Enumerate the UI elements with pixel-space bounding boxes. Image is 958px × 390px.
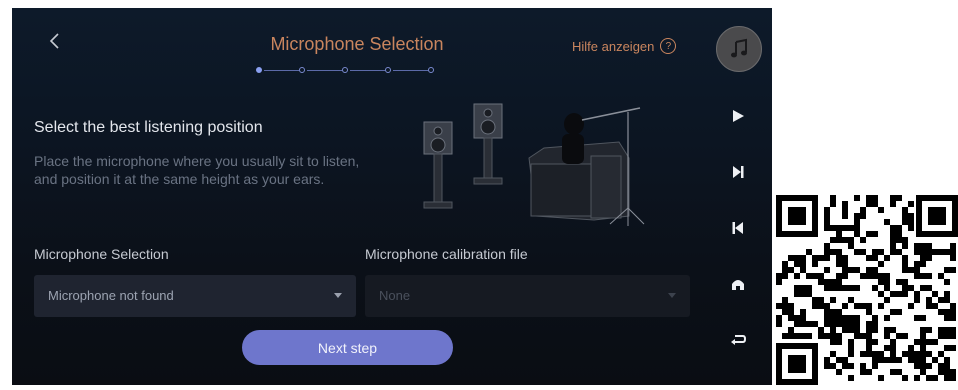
app-screen: Microphone Selection Hilfe anzeigen ? Se…: [12, 8, 772, 385]
step-dot-1: [256, 67, 262, 73]
skip-next-icon[interactable]: [728, 162, 748, 182]
step-dot-2: [299, 67, 305, 73]
step-dot-4: [385, 67, 391, 73]
dropdown-arrow-icon: [334, 293, 342, 298]
qr-code: [776, 195, 958, 385]
music-note-icon: [731, 38, 747, 58]
step-indicator: [256, 66, 446, 76]
mic-selection-value: Microphone not found: [48, 288, 174, 303]
next-step-button[interactable]: Next step: [242, 330, 453, 365]
mic-selection-label: Microphone Selection: [34, 246, 169, 262]
qr-code-image: [776, 195, 958, 385]
step-dot-3: [342, 67, 348, 73]
dropdown-arrow-icon: [668, 293, 676, 298]
calibration-file-value: None: [379, 288, 411, 303]
calibration-file-label: Microphone calibration file: [365, 246, 528, 262]
question-mark-icon: ?: [660, 38, 677, 54]
mic-selection-dropdown[interactable]: Microphone not found: [34, 275, 356, 317]
back-arrow-icon[interactable]: [44, 30, 66, 52]
help-link[interactable]: Hilfe anzeigen ?: [572, 38, 677, 54]
play-icon[interactable]: [728, 106, 748, 126]
skip-previous-icon[interactable]: [728, 218, 748, 238]
listening-position-illustration: [423, 103, 645, 226]
step-dot-5: [428, 67, 434, 73]
step-connector: [393, 70, 428, 71]
section-heading: Select the best listening position: [34, 119, 263, 136]
media-sidebar: [712, 8, 772, 385]
step-connector: [307, 70, 342, 71]
music-note-avatar[interactable]: [716, 26, 762, 72]
page-title: Microphone Selection: [270, 34, 444, 54]
help-label: Hilfe anzeigen: [572, 38, 655, 54]
home-icon[interactable]: [728, 274, 748, 294]
step-connector: [264, 70, 299, 71]
return-icon[interactable]: [728, 330, 748, 350]
section-description: Place the microphone where you usually s…: [34, 153, 360, 187]
calibration-file-dropdown[interactable]: None: [365, 275, 690, 317]
step-connector: [350, 70, 385, 71]
